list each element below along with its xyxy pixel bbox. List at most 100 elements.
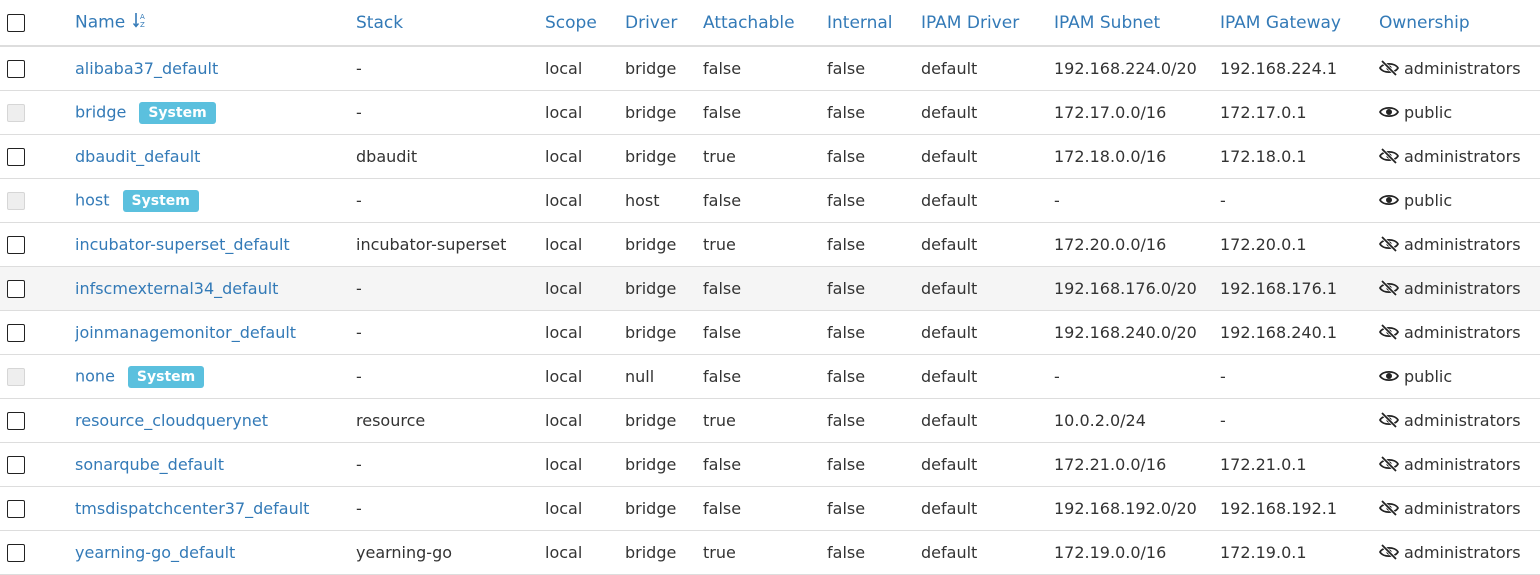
select-all-cell	[0, 0, 75, 47]
name-cell: yearning-go_default	[75, 530, 356, 575]
stack-cell: dbaudit	[356, 134, 545, 179]
row-checkbox[interactable]	[7, 60, 25, 79]
select-cell	[0, 486, 75, 531]
table-row: alibaba37_default - local bridge false f…	[0, 46, 1540, 91]
row-checkbox[interactable]	[7, 280, 25, 299]
network-name-link[interactable]: infscmexternal34_default	[75, 279, 278, 298]
driver-cell: null	[625, 354, 703, 399]
ownership-cell: administrators	[1379, 442, 1540, 487]
ipam-subnet-cell: 172.21.0.0/16	[1054, 442, 1220, 487]
row-checkbox[interactable]	[7, 544, 25, 563]
internal-cell: false	[827, 310, 921, 355]
network-name-link[interactable]: incubator-superset_default	[75, 235, 290, 254]
row-checkbox[interactable]	[7, 148, 25, 167]
ownership-cell: public	[1379, 178, 1540, 223]
table-row: yearning-go_default yearning-go local br…	[0, 530, 1540, 575]
scope-cell: local	[545, 530, 625, 575]
column-header-ownership[interactable]: Ownership	[1379, 0, 1540, 47]
internal-cell: false	[827, 90, 921, 135]
stack-cell: -	[356, 310, 545, 355]
networks-table: Name A Z Stack Scope Driver Attachable I…	[0, 0, 1540, 575]
eye-slash-icon	[1379, 280, 1399, 296]
internal-cell: false	[827, 134, 921, 179]
row-checkbox[interactable]	[7, 324, 25, 343]
stack-cell: -	[356, 486, 545, 531]
ipam-driver-cell: default	[921, 486, 1054, 531]
system-badge: System	[139, 101, 216, 124]
network-name-link[interactable]: none	[75, 366, 115, 385]
driver-cell: bridge	[625, 310, 703, 355]
table-row: bridge System - local bridge false false …	[0, 90, 1540, 135]
stack-cell: -	[356, 178, 545, 223]
ipam-subnet-cell: 192.168.240.0/20	[1054, 310, 1220, 355]
column-header-ipam-subnet[interactable]: IPAM Subnet	[1054, 0, 1220, 47]
ipam-gateway-cell: -	[1220, 398, 1379, 443]
table-row: tmsdispatchcenter37_default - local brid…	[0, 486, 1540, 531]
scope-cell: local	[545, 442, 625, 487]
ipam-subnet-cell: -	[1054, 354, 1220, 399]
select-all-checkbox[interactable]	[7, 13, 25, 32]
network-name-link[interactable]: resource_cloudquerynet	[75, 411, 268, 430]
column-header-ipam-gateway[interactable]: IPAM Gateway	[1220, 0, 1379, 47]
internal-cell: false	[827, 442, 921, 487]
stack-cell: -	[356, 46, 545, 91]
attachable-cell: false	[703, 178, 827, 223]
row-checkbox[interactable]	[7, 456, 25, 475]
network-name-link[interactable]: bridge	[75, 102, 126, 121]
internal-cell: false	[827, 354, 921, 399]
ownership-label: administrators	[1404, 455, 1521, 474]
ipam-gateway-cell: 172.18.0.1	[1220, 134, 1379, 179]
svg-text:Z: Z	[140, 21, 145, 29]
column-header-attachable[interactable]: Attachable	[703, 0, 827, 47]
ipam-gateway-cell: 192.168.224.1	[1220, 46, 1379, 91]
ownership-label: public	[1404, 367, 1453, 386]
driver-cell: bridge	[625, 46, 703, 91]
svg-text:A: A	[140, 13, 145, 21]
ownership-cell: administrators	[1379, 486, 1540, 531]
network-name-link[interactable]: alibaba37_default	[75, 59, 218, 78]
scope-cell: local	[545, 178, 625, 223]
table-row: joinmanagemonitor_default - local bridge…	[0, 310, 1540, 355]
attachable-cell: true	[703, 398, 827, 443]
network-name-link[interactable]: tmsdispatchcenter37_default	[75, 499, 309, 518]
scope-cell: local	[545, 222, 625, 267]
sort-alpha-ascending-icon[interactable]: A Z	[132, 11, 147, 34]
ipam-driver-cell: default	[921, 442, 1054, 487]
scope-cell: local	[545, 354, 625, 399]
attachable-cell: false	[703, 442, 827, 487]
ipam-subnet-cell: 192.168.192.0/20	[1054, 486, 1220, 531]
network-name-link[interactable]: host	[75, 190, 110, 209]
select-cell	[0, 354, 75, 399]
eye-slash-icon	[1379, 60, 1399, 76]
column-header-scope[interactable]: Scope	[545, 0, 625, 47]
scope-cell: local	[545, 398, 625, 443]
column-header-ipam-driver[interactable]: IPAM Driver	[921, 0, 1054, 47]
ownership-cell: administrators	[1379, 134, 1540, 179]
attachable-cell: false	[703, 90, 827, 135]
network-name-link[interactable]: yearning-go_default	[75, 543, 235, 562]
internal-cell: false	[827, 486, 921, 531]
column-header-stack[interactable]: Stack	[356, 0, 545, 47]
name-cell: sonarqube_default	[75, 442, 356, 487]
column-header-internal[interactable]: Internal	[827, 0, 921, 47]
scope-cell: local	[545, 266, 625, 311]
network-name-link[interactable]: sonarqube_default	[75, 455, 224, 474]
ownership-cell: administrators	[1379, 46, 1540, 91]
table-row: none System - local null false false defa…	[0, 354, 1540, 399]
ownership-label: administrators	[1404, 235, 1521, 254]
attachable-cell: false	[703, 266, 827, 311]
row-checkbox[interactable]	[7, 412, 25, 431]
row-checkbox[interactable]	[7, 500, 25, 519]
column-header-name[interactable]: Name A Z	[75, 0, 356, 47]
network-name-link[interactable]: dbaudit_default	[75, 147, 200, 166]
column-header-driver[interactable]: Driver	[625, 0, 703, 47]
name-cell: joinmanagemonitor_default	[75, 310, 356, 355]
ownership-cell: public	[1379, 354, 1540, 399]
ipam-gateway-cell: 172.19.0.1	[1220, 530, 1379, 575]
select-cell	[0, 398, 75, 443]
internal-cell: false	[827, 398, 921, 443]
name-cell: incubator-superset_default	[75, 222, 356, 267]
row-checkbox[interactable]	[7, 236, 25, 255]
network-name-link[interactable]: joinmanagemonitor_default	[75, 323, 296, 342]
stack-cell: resource	[356, 398, 545, 443]
